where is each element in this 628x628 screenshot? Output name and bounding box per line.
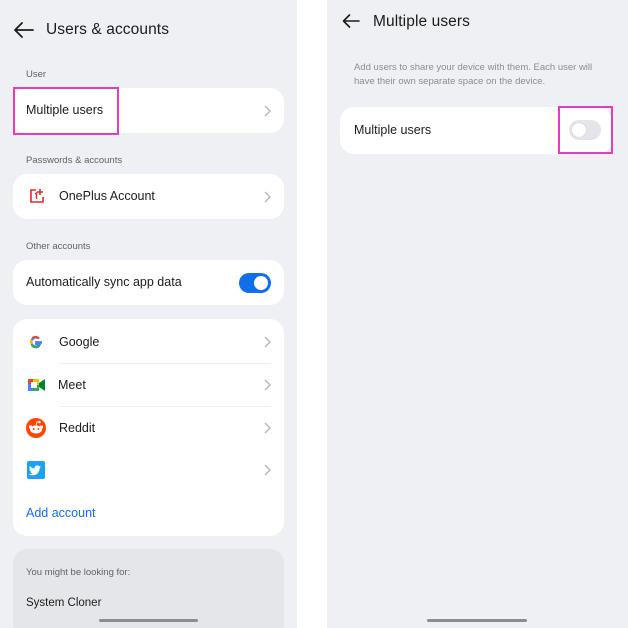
account-item-twitter[interactable]	[13, 450, 284, 490]
suggestions-card: You might be looking for: System Cloner	[13, 549, 284, 628]
multiple-users-toggle-item[interactable]: Multiple users	[340, 107, 612, 154]
chevron-right-icon	[264, 191, 271, 202]
account-item-google[interactable]: Google	[13, 322, 284, 362]
page-title: Multiple users	[373, 13, 471, 30]
reddit-icon	[26, 418, 46, 438]
multiple-users-screen: Multiple users Add users to share your d…	[327, 0, 628, 628]
twitter-icon	[27, 461, 45, 479]
account-label: Reddit	[59, 421, 96, 435]
multiple-users-label: Multiple users	[26, 103, 104, 117]
chevron-right-icon	[264, 105, 271, 116]
suggestion-system-cloner[interactable]: System Cloner	[26, 597, 101, 609]
chevron-right-icon	[264, 379, 271, 391]
accounts-list: Google Meet Reddit Add account	[13, 319, 284, 536]
chevron-right-icon	[264, 464, 271, 476]
page-title: Users & accounts	[46, 21, 170, 38]
multiple-users-item[interactable]: Multiple users	[13, 88, 284, 133]
home-indicator[interactable]	[427, 619, 527, 622]
divider	[59, 363, 271, 364]
multiple-users-description: Add users to share your device with them…	[354, 62, 593, 87]
chevron-right-icon	[264, 422, 271, 434]
back-arrow-icon[interactable]	[341, 12, 361, 30]
suggestions-heading: You might be looking for:	[26, 567, 131, 578]
oneplus-icon	[30, 189, 44, 203]
section-label-user: User	[26, 69, 47, 80]
account-label: Google	[59, 335, 100, 349]
account-label: Meet	[58, 378, 86, 392]
add-account-link[interactable]: Add account	[26, 506, 96, 520]
oneplus-account-item[interactable]: OnePlus Account	[13, 174, 284, 219]
oneplus-account-label: OnePlus Account	[59, 189, 155, 203]
users-accounts-screen: Users & accounts User Multiple users Pas…	[0, 0, 297, 628]
account-item-reddit[interactable]: Reddit	[13, 408, 284, 448]
divider	[59, 406, 271, 407]
multiple-users-toggle-label: Multiple users	[354, 123, 432, 137]
google-icon	[29, 335, 42, 349]
meet-icon	[28, 379, 45, 391]
home-indicator[interactable]	[99, 619, 198, 622]
chevron-right-icon	[264, 336, 271, 348]
back-arrow-icon[interactable]	[13, 20, 35, 40]
auto-sync-item[interactable]: Automatically sync app data	[13, 260, 284, 305]
section-label-other-accounts: Other accounts	[26, 241, 91, 252]
auto-sync-toggle[interactable]	[239, 272, 271, 293]
section-label-passwords: Passwords & accounts	[26, 155, 123, 166]
account-item-meet[interactable]: Meet	[13, 365, 284, 405]
multiple-users-toggle[interactable]	[569, 120, 601, 140]
auto-sync-label: Automatically sync app data	[26, 275, 182, 289]
